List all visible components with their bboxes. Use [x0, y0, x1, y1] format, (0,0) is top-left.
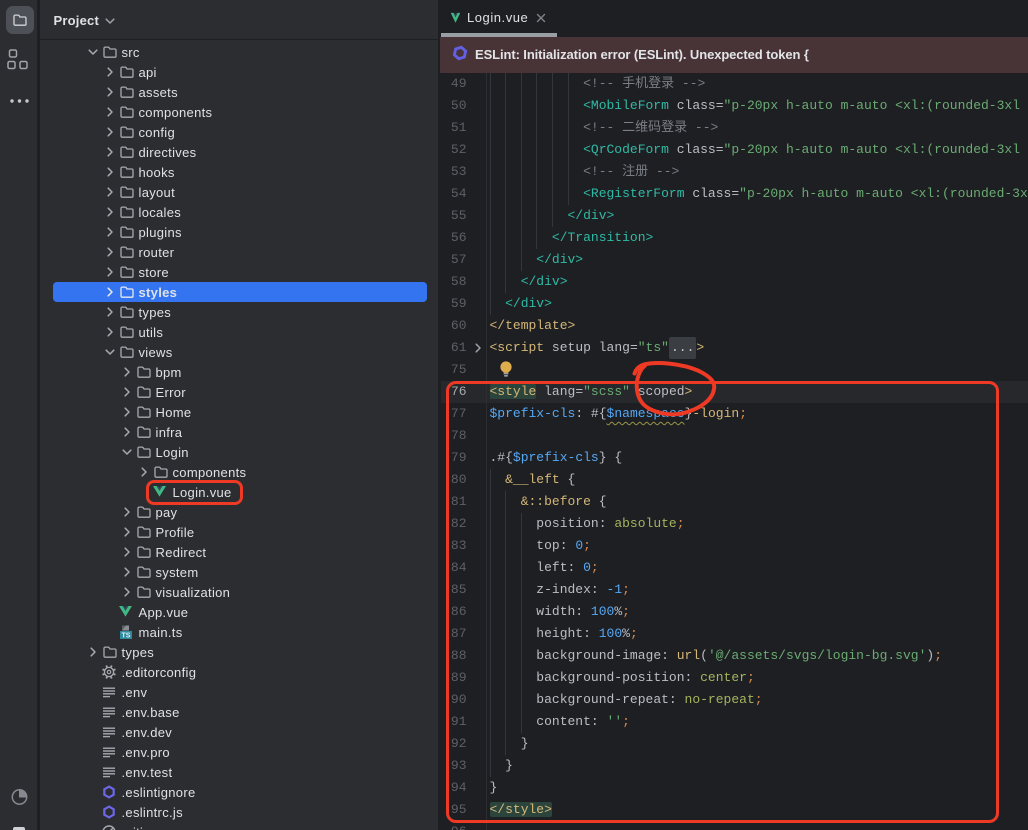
svg-text:TS: TS [121, 632, 130, 639]
